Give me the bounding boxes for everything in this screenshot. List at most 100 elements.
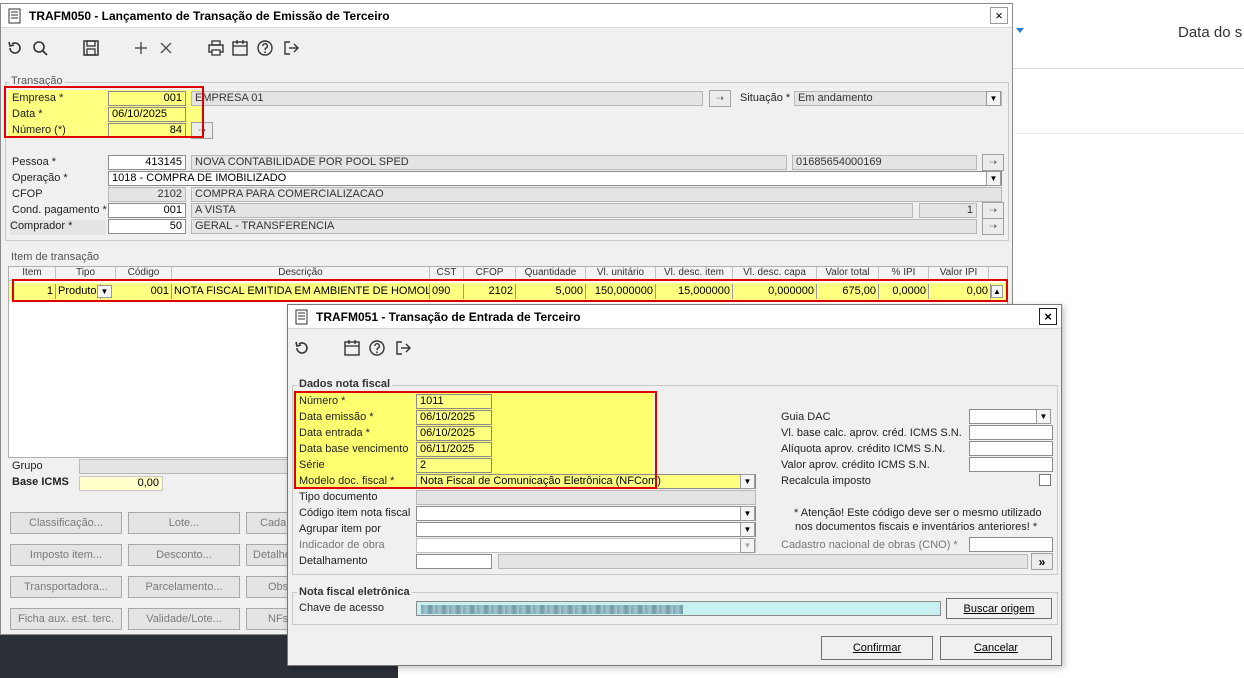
tipo-dropdown-button[interactable]: ▼ — [97, 285, 112, 298]
desconto-button[interactable]: Desconto... — [128, 544, 240, 566]
operacao-dropdown-button[interactable]: ▼ — [986, 171, 1001, 186]
chave-acesso-field[interactable] — [416, 601, 941, 616]
caret-down-icon[interactable] — [1016, 28, 1024, 33]
numero-label: Número (*) — [12, 124, 66, 136]
cno-field[interactable] — [969, 537, 1053, 552]
situacao-select[interactable]: Em andamento — [794, 91, 1002, 106]
nfs-button[interactable]: NFs — [246, 608, 289, 630]
document-icon — [295, 309, 308, 324]
delete-button[interactable] — [156, 38, 176, 58]
detalhe-button[interactable]: Detalhe — [246, 544, 289, 566]
cancelar-button[interactable]: Cancelar — [940, 636, 1052, 660]
undo-button[interactable] — [5, 38, 25, 58]
nf-numero-field[interactable]: 1011 — [416, 394, 492, 409]
data-entrada-field[interactable]: 06/10/2025 — [416, 426, 492, 441]
cond-pagamento-lookup-button[interactable]: ⇢ — [982, 202, 1004, 219]
print-button[interactable] — [206, 38, 226, 58]
calendar-button[interactable] — [342, 338, 362, 358]
guia-dac-dropdown-button[interactable]: ▼ — [1036, 409, 1051, 424]
col-header-pct-ipi[interactable]: % IPI — [879, 267, 929, 281]
save-button[interactable] — [81, 38, 101, 58]
codigo-item-nf-select[interactable] — [416, 506, 756, 521]
serie-field[interactable]: 2 — [416, 458, 492, 473]
exit-button[interactable] — [393, 338, 413, 358]
col-header-vl-desc-item[interactable]: Vl. desc. item — [656, 267, 733, 281]
validade-lote-button[interactable]: Validade/Lote... — [128, 608, 240, 630]
agrupar-item-select[interactable] — [416, 522, 756, 537]
imposto-item-button[interactable]: Imposto item... — [10, 544, 122, 566]
close-button[interactable]: × — [990, 7, 1008, 24]
col-header-valor-ipi[interactable]: Valor IPI — [929, 267, 989, 281]
data-entrada-label: Data entrada * — [299, 427, 370, 439]
col-header-item[interactable]: Item — [9, 267, 56, 281]
data-emissao-field[interactable]: 06/10/2025 — [416, 410, 492, 425]
detalhamento-label: Detalhamento — [299, 555, 368, 567]
chevron-down-icon: ▼ — [989, 94, 998, 103]
empresa-lookup-button[interactable]: ⇢ — [709, 90, 731, 107]
col-header-tipo[interactable]: Tipo — [56, 267, 116, 281]
confirmar-button[interactable]: Confirmar — [821, 636, 933, 660]
comprador-code-field[interactable]: 50 — [108, 219, 186, 234]
guia-dac-label: Guia DAC — [781, 411, 831, 423]
operacao-label: Operação * — [12, 172, 68, 184]
empresa-name-field: EMPRESA 01 — [191, 91, 703, 106]
col-header-quantidade[interactable]: Quantidade — [516, 267, 586, 281]
col-header-cst[interactable]: CST — [430, 267, 464, 281]
ficha-aux-button[interactable]: Ficha aux. est. terc. — [10, 608, 122, 630]
undo-button[interactable] — [292, 338, 312, 358]
detalhamento-button[interactable]: » — [1031, 553, 1053, 570]
pessoa-name-field: NOVA CONTABILIDADE POR POOL SPED — [191, 155, 787, 170]
situacao-dropdown-button[interactable]: ▼ — [986, 91, 1001, 106]
col-header-descricao[interactable]: Descrição — [172, 267, 430, 281]
pessoa-lookup-button[interactable]: ⇢ — [982, 154, 1004, 171]
aliquota-aprov-field[interactable] — [969, 441, 1053, 456]
search-button[interactable] — [30, 38, 50, 58]
scroll-up-button[interactable]: ▲ — [991, 285, 1003, 298]
col-header-vl-unitario[interactable]: Vl. unitário — [586, 267, 656, 281]
parcelamento-button[interactable]: Parcelamento... — [128, 576, 240, 598]
data-emissao-label: Data emissão * — [299, 411, 374, 423]
calendar-button[interactable] — [230, 38, 250, 58]
modelo-doc-fiscal-select[interactable]: Nota Fiscal de Comunicação Eletrônica (N… — [416, 474, 756, 489]
pessoa-code-field[interactable]: 413145 — [108, 155, 186, 170]
codigo-item-nf-dropdown-button[interactable]: ▼ — [740, 506, 755, 521]
valor-aprov-field[interactable] — [969, 457, 1053, 472]
transportadora-button[interactable]: Transportadora... — [10, 576, 122, 598]
operacao-select[interactable]: 1018 - COMPRA DE IMOBILIZADO — [108, 171, 1002, 186]
indicador-obra-dropdown-button[interactable]: ▼ — [740, 538, 755, 553]
comprador-lookup-button[interactable]: ⇢ — [982, 218, 1004, 235]
numero-lookup-button[interactable]: ⇢ — [191, 122, 213, 139]
indicador-obra-select[interactable] — [416, 538, 756, 553]
obs-button[interactable]: Obs — [246, 576, 289, 598]
add-button[interactable] — [131, 38, 151, 58]
data-field[interactable]: 06/10/2025 — [108, 107, 186, 122]
cno-label: Cadastro nacional de obras (CNO) * — [781, 539, 958, 551]
agrupar-item-dropdown-button[interactable]: ▼ — [740, 522, 755, 537]
buscar-origem-button[interactable]: Buscar origem — [946, 598, 1052, 619]
numero-field[interactable]: 84 — [108, 123, 186, 138]
cadastro-button[interactable]: Cada — [246, 512, 289, 534]
detalhamento-code-field[interactable] — [416, 554, 492, 569]
modelo-doc-fiscal-dropdown-button[interactable]: ▼ — [740, 474, 755, 489]
help-button[interactable] — [255, 38, 275, 58]
empresa-code-field[interactable]: 001 — [108, 91, 186, 106]
cfop-label: CFOP — [12, 188, 43, 200]
table-row[interactable]: 1 Produto ▼ 001 NOTA FISCAL EMITIDA EM A… — [9, 283, 1007, 300]
col-header-vl-desc-capa[interactable]: Vl. desc. capa — [733, 267, 817, 281]
cond-pagamento-code-field[interactable]: 001 — [108, 203, 186, 218]
cell-tipo[interactable]: Produto — [56, 284, 101, 299]
aliquota-aprov-label: Alíquota aprov. crédito ICMS S.N. — [781, 443, 946, 455]
chevron-down-icon: ▼ — [743, 541, 752, 550]
vl-base-calc-field[interactable] — [969, 425, 1053, 440]
recalcula-imposto-checkbox[interactable] — [1039, 474, 1051, 486]
classificacao-button[interactable]: Classificação... — [10, 512, 122, 534]
data-base-vencimento-field[interactable]: 06/11/2025 — [416, 442, 492, 457]
lote-button[interactable]: Lote... — [128, 512, 240, 534]
dialog-close-button[interactable]: × — [1039, 308, 1057, 325]
col-header-codigo[interactable]: Código — [116, 267, 172, 281]
col-header-cfop[interactable]: CFOP — [464, 267, 516, 281]
help-button[interactable] — [367, 338, 387, 358]
main-window-title: TRAFM050 - Lançamento de Transação de Em… — [29, 8, 390, 23]
exit-button[interactable] — [281, 38, 301, 58]
col-header-valor-total[interactable]: Valor total — [817, 267, 879, 281]
